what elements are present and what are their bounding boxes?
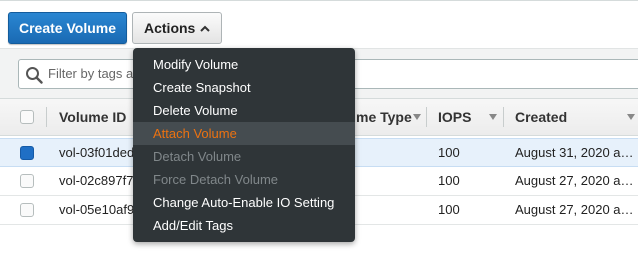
- sort-caret-icon[interactable]: [413, 114, 421, 120]
- menu-item-force-detach-volume: Force Detach Volume: [153, 172, 279, 187]
- sort-caret-icon[interactable]: [627, 114, 635, 120]
- row-checkbox[interactable]: [20, 174, 34, 188]
- column-divider: [426, 107, 427, 127]
- menu-item-modify-volume[interactable]: Modify Volume: [133, 53, 355, 76]
- iops-cell: 100: [438, 202, 460, 217]
- column-header-volume-id[interactable]: Volume ID: [59, 99, 126, 135]
- menu-item-detach-volume: Detach Volume: [153, 149, 242, 164]
- iops-cell: 100: [438, 145, 460, 160]
- sort-caret-icon[interactable]: [489, 114, 497, 120]
- iops-cell: 100: [438, 173, 460, 188]
- volume-id-cell: vol-02c897f7: [59, 173, 134, 188]
- column-divider: [503, 107, 504, 127]
- actions-button-label: Actions: [144, 20, 196, 36]
- column-header-iops[interactable]: IOPS: [438, 99, 471, 135]
- created-cell: August 31, 2020 a…: [515, 145, 634, 160]
- column-divider: [46, 107, 47, 127]
- created-cell: August 27, 2020 a…: [515, 202, 634, 217]
- top-border: [0, 0, 638, 1]
- create-volume-button[interactable]: Create Volume: [8, 12, 127, 44]
- menu-item-add-edit-tags[interactable]: Add/Edit Tags: [133, 214, 355, 237]
- actions-menu: Modify Volume Create Snapshot Delete Vol…: [133, 48, 355, 242]
- menu-item-change-auto-enable-io[interactable]: Change Auto-Enable IO Setting: [133, 191, 355, 214]
- menu-item-create-snapshot[interactable]: Create Snapshot: [133, 76, 355, 99]
- menu-item-delete-volume[interactable]: Delete Volume: [133, 99, 355, 122]
- column-header-created[interactable]: Created: [515, 99, 567, 135]
- chevron-up-icon: [200, 25, 210, 32]
- select-all-checkbox[interactable]: [20, 110, 34, 124]
- actions-dropdown-button[interactable]: Actions: [132, 12, 222, 44]
- column-header-volume-type[interactable]: me Type: [356, 99, 412, 135]
- row-checkbox[interactable]: [20, 146, 34, 160]
- filter-placeholder: Filter by tags a: [48, 66, 134, 81]
- volume-id-cell: vol-05e10af9: [59, 202, 135, 217]
- row-checkbox[interactable]: [20, 203, 34, 217]
- created-cell: August 27, 2020 a…: [515, 173, 634, 188]
- menu-item-attach-volume[interactable]: Attach Volume: [133, 122, 355, 145]
- search-icon: [26, 67, 43, 84]
- volume-id-cell: vol-03f01ded: [59, 145, 135, 160]
